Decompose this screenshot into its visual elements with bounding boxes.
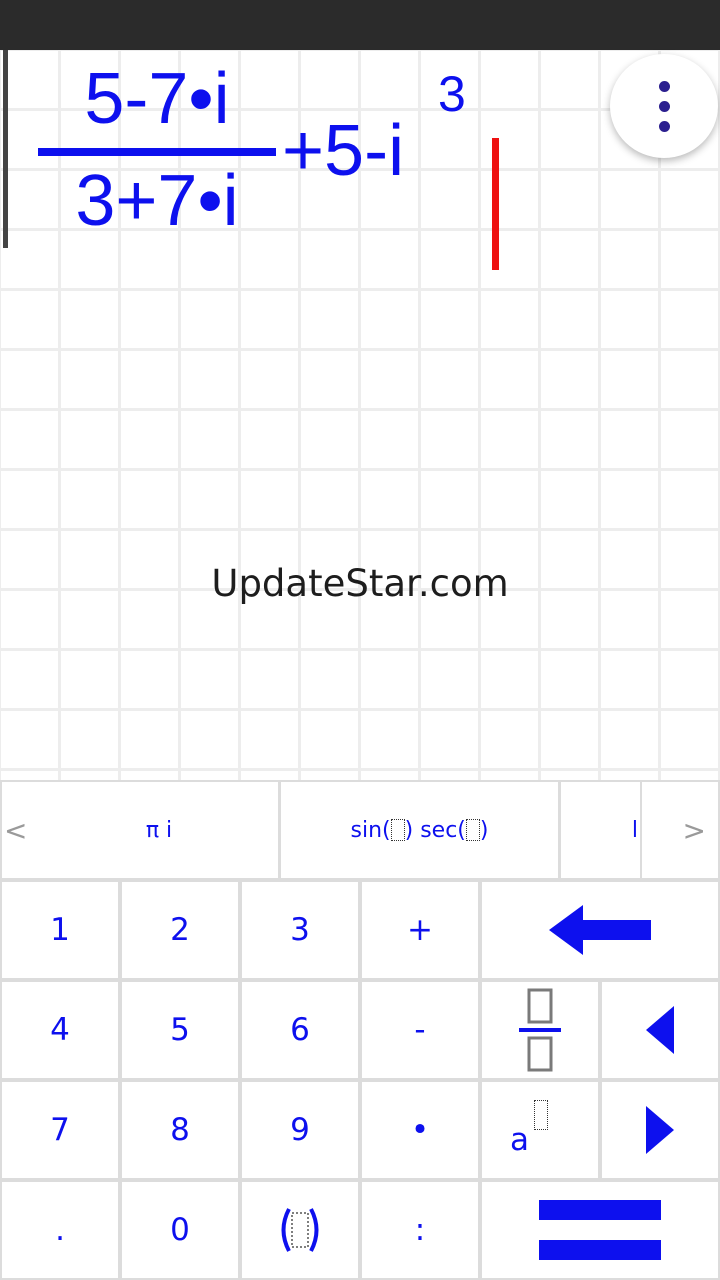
parentheses-key[interactable]	[242, 1182, 358, 1278]
equals-button[interactable]	[482, 1182, 718, 1278]
function-label-close: )	[479, 817, 489, 843]
key-8[interactable]: 8	[122, 1082, 238, 1178]
exponent-placeholder-icon	[534, 1100, 548, 1130]
key-3[interactable]: 3	[242, 882, 358, 978]
key-5[interactable]: 5	[122, 982, 238, 1078]
equals-icon	[539, 1200, 661, 1260]
watermark: UpdateStar.com	[211, 562, 509, 605]
power-base-label: a	[510, 1122, 529, 1158]
fraction-numerator[interactable]: 5-7•i	[38, 58, 276, 140]
key-decimal[interactable]: .	[2, 1182, 118, 1278]
function-label-sin: sin(	[350, 817, 391, 843]
function-scroll-left-button[interactable]: <	[2, 782, 40, 878]
expression-canvas[interactable]: 5-7•i 3+7•i +5-i 3	[0, 50, 720, 780]
text-cursor	[492, 138, 499, 270]
function-key-partial[interactable]: l	[561, 782, 640, 878]
power-key[interactable]: a	[482, 1082, 598, 1178]
placeholder-box-icon	[465, 819, 480, 841]
key-4[interactable]: 4	[2, 982, 118, 1078]
fraction-icon	[519, 988, 561, 1072]
fraction-bar	[38, 148, 276, 156]
status-bar	[0, 0, 720, 50]
function-label-sec: ) sec(	[404, 817, 466, 843]
key-6[interactable]: 6	[242, 982, 358, 1078]
exponent[interactable]: 3	[438, 66, 466, 122]
fraction-denominator[interactable]: 3+7•i	[38, 160, 276, 242]
cursor-right-button[interactable]	[602, 1082, 718, 1178]
more-vertical-icon	[658, 80, 670, 92]
arrow-left-icon	[549, 905, 651, 955]
cursor-left-button[interactable]	[602, 982, 718, 1078]
key-0[interactable]: 0	[122, 1182, 238, 1278]
fraction-key[interactable]	[482, 982, 598, 1078]
key-1[interactable]: 1	[2, 882, 118, 978]
key-multiply[interactable]: •	[362, 1082, 478, 1178]
placeholder-box-icon	[390, 819, 405, 841]
key-2[interactable]: 2	[122, 882, 238, 978]
key-9[interactable]: 9	[242, 1082, 358, 1178]
triangle-left-icon	[646, 1006, 674, 1054]
menu-dot	[658, 100, 670, 112]
key-divide[interactable]: :	[362, 1182, 478, 1278]
parentheses-icon	[281, 1208, 319, 1252]
triangle-right-icon	[646, 1106, 674, 1154]
backspace-button[interactable]	[482, 882, 718, 978]
formula[interactable]: 5-7•i 3+7•i +5-i 3	[0, 50, 600, 270]
more-menu-button[interactable]	[610, 54, 718, 158]
key-minus[interactable]: -	[362, 982, 478, 1078]
key-plus[interactable]: +	[362, 882, 478, 978]
key-7[interactable]: 7	[2, 1082, 118, 1178]
menu-dot	[658, 120, 670, 132]
function-key-sin-sec[interactable]: sin( ) sec()	[281, 782, 558, 878]
keyboard: < π i sin() sec() l > 1 2 3 + 4 5 6 - 7 …	[0, 780, 720, 1280]
function-scroll-right-button[interactable]: >	[642, 782, 718, 878]
function-key-pi-i[interactable]: π i	[40, 782, 278, 878]
expression-tail[interactable]: +5-i	[282, 110, 404, 192]
